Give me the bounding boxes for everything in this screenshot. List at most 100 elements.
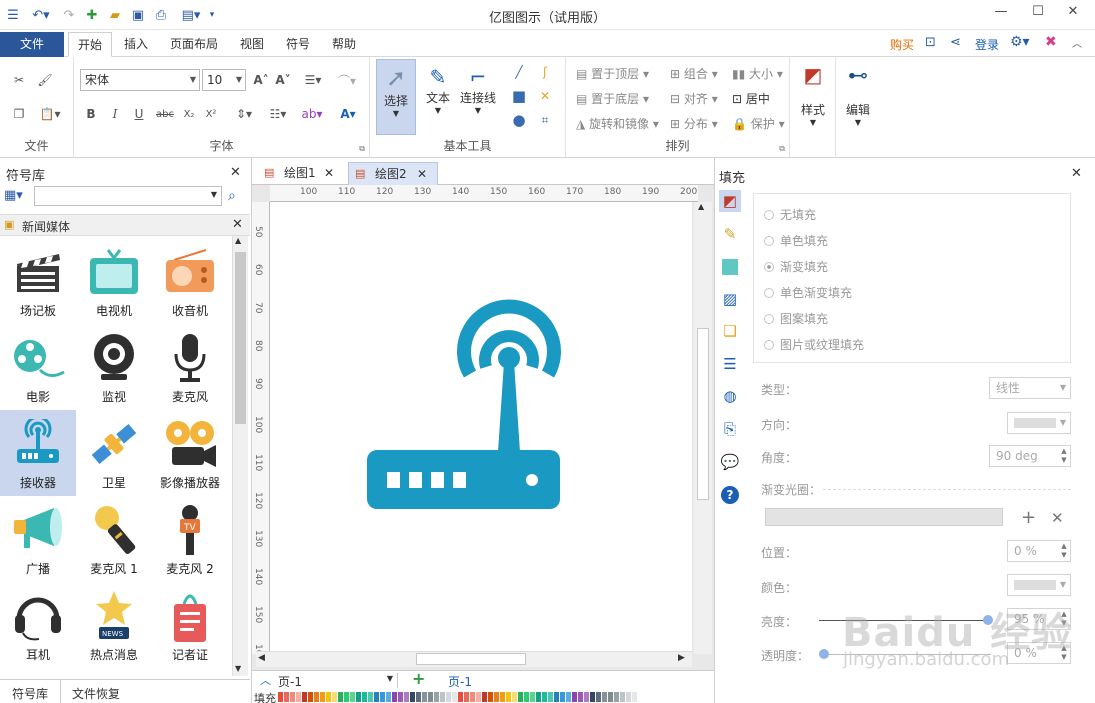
direction-select[interactable]: ▼ <box>1007 412 1071 434</box>
fill-option-picture[interactable]: 图片或纹理填充 <box>764 336 864 353</box>
distribute-button[interactable]: ⊞ 分布 ▾ <box>670 115 718 132</box>
palette-swatch[interactable] <box>524 692 529 702</box>
search-icon[interactable]: ⌕ <box>228 188 236 204</box>
palette-swatch[interactable] <box>332 692 337 702</box>
palette-swatch[interactable] <box>374 692 379 702</box>
paste-icon[interactable]: 📋▾ <box>36 105 64 123</box>
select-tool-button[interactable]: ➚ 选择 ▼ <box>376 59 416 135</box>
scroll-left-icon[interactable]: ◀ <box>258 653 265 663</box>
font-dialog-launcher-icon[interactable]: ⧉ <box>359 144 365 154</box>
size-button[interactable]: ▮▮ 大小 ▾ <box>732 65 783 82</box>
palette-swatch[interactable] <box>434 692 439 702</box>
palette-swatch[interactable] <box>506 692 511 702</box>
attachment-icon[interactable]: ⎘ <box>719 418 741 440</box>
rotate-mirror-button[interactable]: ◮ 旋转和镜像 ▾ <box>576 115 659 132</box>
send-to-back-button[interactable]: ▤ 置于底层 ▾ <box>576 90 649 107</box>
symbol-microphone-2[interactable]: TV 麦克风 2 <box>152 496 228 582</box>
buy-link[interactable]: 购买 <box>890 36 914 53</box>
symbol-hot-news[interactable]: NEWS 热点消息 <box>76 582 152 668</box>
group-button[interactable]: ⊞ 组合 ▾ <box>670 65 718 82</box>
symbol-film[interactable]: 电影 <box>0 324 76 410</box>
collapse-ribbon-icon[interactable]: ︿ <box>1072 35 1082 50</box>
ellipse-tool-icon[interactable]: ● <box>510 111 528 129</box>
tab-symbol-library[interactable]: 符号库 <box>12 685 48 702</box>
connection-point-icon[interactable]: ✕ <box>536 87 554 105</box>
symbol-clapperboard[interactable]: 场记板 <box>0 238 76 324</box>
symbol-broadcast[interactable]: 广播 <box>0 496 76 582</box>
color-select[interactable]: ▼ <box>1007 574 1071 596</box>
italic-icon[interactable]: I <box>106 105 124 123</box>
palette-swatch[interactable] <box>440 692 445 702</box>
palette-swatch[interactable] <box>362 692 367 702</box>
page-properties-icon[interactable]: ☰ <box>719 353 741 375</box>
fill-option-pattern[interactable]: 图案填充 <box>764 310 828 327</box>
protect-button[interactable]: 🔒 保护 ▾ <box>732 115 785 132</box>
palette-swatch[interactable] <box>554 692 559 702</box>
crop-tool-icon[interactable]: ⌗ <box>536 111 554 129</box>
palette-swatch[interactable] <box>482 692 487 702</box>
font-color-icon[interactable]: A▾ <box>334 105 362 123</box>
palette-swatch[interactable] <box>548 692 553 702</box>
library-menu-icon[interactable]: ▦▾ <box>4 188 23 203</box>
palette-swatch[interactable] <box>284 692 289 702</box>
symbol-radio[interactable]: 收音机 <box>152 238 228 324</box>
palette-swatch[interactable] <box>302 692 307 702</box>
canvas-vscroll-thumb[interactable] <box>697 328 709 500</box>
palette-swatch[interactable] <box>428 692 433 702</box>
palette-swatch[interactable] <box>410 692 415 702</box>
align-button[interactable]: ⊟ 对齐 ▾ <box>670 90 718 107</box>
palette-swatch[interactable] <box>512 692 517 702</box>
close-tab-icon[interactable]: ✕ <box>324 162 334 184</box>
palette-swatch[interactable] <box>632 692 637 702</box>
grow-font-icon[interactable]: A˄ <box>252 71 270 89</box>
fill-option-none[interactable]: 无填充 <box>764 206 816 223</box>
page-list-toggle-icon[interactable]: ︿ <box>260 672 271 688</box>
palette-swatch[interactable] <box>386 692 391 702</box>
palette-swatch[interactable] <box>290 692 295 702</box>
palette-swatch[interactable] <box>422 692 427 702</box>
palette-swatch[interactable] <box>494 692 499 702</box>
bold-icon[interactable]: B <box>82 105 100 123</box>
palette-swatch[interactable] <box>368 692 373 702</box>
paragraph-spacing-icon[interactable]: ⇕▾ <box>230 105 258 123</box>
share-screen-icon[interactable]: ⊡ <box>925 35 936 50</box>
symbol-tv[interactable]: 电视机 <box>76 238 152 324</box>
palette-swatch[interactable] <box>560 692 565 702</box>
connector-tool-button[interactable]: ⌐ 连接线 ▼ <box>458 59 498 135</box>
library-search-input[interactable]: ▼ <box>34 186 222 206</box>
settings-gear-icon[interactable]: ⚙▾ <box>1010 34 1030 50</box>
palette-swatch[interactable] <box>464 692 469 702</box>
tab-view[interactable]: 视图 <box>232 32 272 57</box>
file-menu-button[interactable]: 文件 <box>0 32 64 57</box>
maximize-button[interactable]: ☐ <box>1027 4 1049 24</box>
text-tool-button[interactable]: ✎ 文本 ▼ <box>420 59 456 135</box>
palette-swatch[interactable] <box>338 692 343 702</box>
spinner-icon[interactable]: ▲ ▼ <box>1060 542 1068 560</box>
subscript-icon[interactable]: X₂ <box>180 105 198 123</box>
line-style-icon[interactable]: ✎ <box>719 223 741 245</box>
palette-swatch[interactable] <box>344 692 349 702</box>
palette-swatch[interactable] <box>536 692 541 702</box>
close-tab-icon[interactable]: ✕ <box>417 163 427 185</box>
scroll-down-icon[interactable]: ▼ <box>235 664 241 673</box>
shadow-icon[interactable]: ❏ <box>719 320 741 342</box>
palette-swatch[interactable] <box>608 692 613 702</box>
bring-to-front-button[interactable]: ▤ 置于顶层 ▾ <box>576 65 649 82</box>
gradient-stops-bar[interactable] <box>765 508 1003 526</box>
line-spacing-arc-icon[interactable]: ⌒▾ <box>332 71 362 89</box>
palette-swatch[interactable] <box>314 692 319 702</box>
canvas-hscroll-thumb[interactable] <box>416 653 526 665</box>
remove-stop-icon[interactable]: ✕ <box>1051 509 1064 527</box>
text-color-icon[interactable]: ab▾ <box>296 105 328 123</box>
rectangle-tool-icon[interactable]: ■ <box>510 87 528 105</box>
minimize-button[interactable]: — <box>990 4 1012 24</box>
font-size-combo[interactable]: 10 ▼ <box>202 69 246 91</box>
add-stop-icon[interactable]: + <box>1021 507 1036 528</box>
symbol-headset[interactable]: 耳机 <box>0 582 76 668</box>
palette-swatch[interactable] <box>542 692 547 702</box>
palette-swatch[interactable] <box>296 692 301 702</box>
palette-swatch[interactable] <box>398 692 403 702</box>
close-fill-panel-icon[interactable]: ✕ <box>1071 166 1082 181</box>
palette-swatch[interactable] <box>584 692 589 702</box>
symbol-press-card[interactable]: 记者证 <box>152 582 228 668</box>
